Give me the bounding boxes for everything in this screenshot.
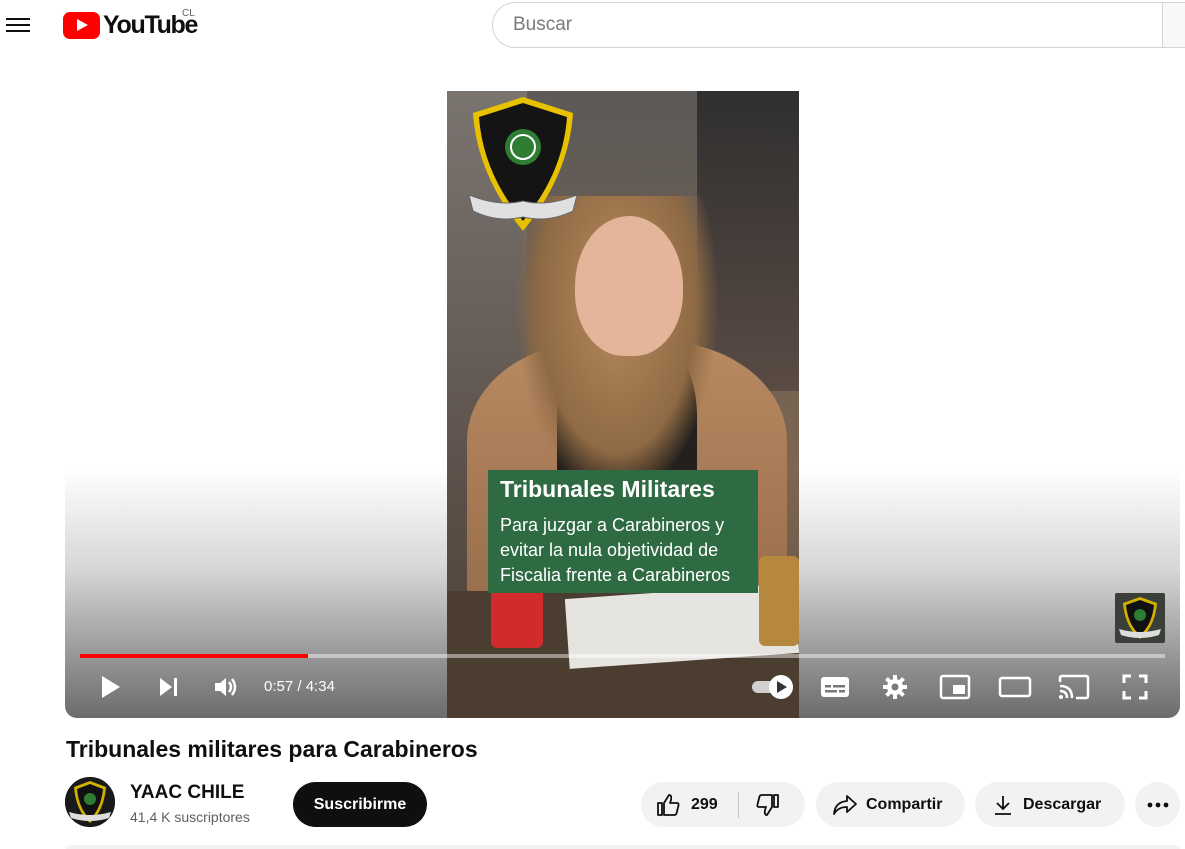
thumbs-up-icon xyxy=(657,793,680,816)
like-count: 299 xyxy=(691,795,718,813)
settings-button[interactable] xyxy=(879,671,911,703)
subscribe-button[interactable]: Suscribirme xyxy=(293,782,427,827)
miniplayer-button[interactable] xyxy=(938,671,972,703)
channel-watermark[interactable] xyxy=(1115,593,1165,643)
country-code: CL xyxy=(182,8,195,19)
progress-fill xyxy=(80,654,308,658)
dislike-button[interactable] xyxy=(739,782,781,827)
volume-icon xyxy=(215,678,237,696)
fullscreen-button[interactable] xyxy=(1120,671,1150,703)
download-button[interactable]: Descargar xyxy=(975,782,1125,827)
share-label: Compartir xyxy=(866,795,943,813)
duration: 4:34 xyxy=(305,678,335,695)
overlay-line: Para juzgar a Carabineros y xyxy=(500,515,725,535)
fullscreen-icon xyxy=(1122,674,1148,700)
overlay-title: Tribunales Militares xyxy=(500,476,715,502)
search-placeholder: Buscar xyxy=(513,14,573,35)
volume-button[interactable] xyxy=(211,671,241,703)
next-icon xyxy=(160,678,177,696)
thumbs-down-icon xyxy=(756,793,779,816)
download-label: Descargar xyxy=(1023,795,1102,813)
youtube-logo[interactable]: YouTube xyxy=(63,11,198,40)
menu-icon[interactable] xyxy=(6,14,32,36)
autoplay-toggle[interactable] xyxy=(749,671,797,703)
channel-name[interactable]: YAAC CHILE xyxy=(130,782,244,804)
autoplay-toggle-icon xyxy=(752,675,793,699)
video-frame: Tribunales Militares Para juzgar a Carab… xyxy=(447,91,799,718)
miniplayer-icon xyxy=(939,674,971,700)
search-input[interactable]: Buscar xyxy=(492,2,1162,48)
subscriber-count: 41,4 K suscriptores xyxy=(130,809,250,825)
time-separator: / xyxy=(293,678,306,695)
play-button[interactable] xyxy=(95,671,125,703)
channel-avatar[interactable] xyxy=(65,777,115,827)
cast-icon xyxy=(1058,674,1090,700)
subtitles-button[interactable] xyxy=(819,671,851,703)
download-icon xyxy=(995,795,1011,815)
video-title: Tribunales militares para Carabineros xyxy=(66,736,478,762)
settings-icon xyxy=(883,675,907,699)
overlay-line: evitar la nula objetividad de xyxy=(500,540,719,560)
time-display: 0:57 / 4:34 xyxy=(264,678,335,695)
theater-icon xyxy=(998,676,1032,698)
share-icon xyxy=(833,794,857,815)
video-player[interactable]: Tribunales Militares Para juzgar a Carab… xyxy=(65,91,1180,718)
next-button[interactable] xyxy=(153,671,183,703)
like-button[interactable]: 299 xyxy=(641,782,718,827)
more-actions-button[interactable] xyxy=(1135,782,1180,827)
youtube-logo-icon xyxy=(63,12,100,39)
description-box-edge xyxy=(66,845,1180,849)
overlay-line: Fiscalia frente a Carabineros xyxy=(500,565,731,585)
progress-bar[interactable] xyxy=(80,654,1165,658)
share-button[interactable]: Compartir xyxy=(816,782,965,827)
carabineros-badge-logo xyxy=(469,97,577,231)
more-horizontal-icon xyxy=(1147,802,1168,807)
subtitles-icon xyxy=(821,677,849,697)
search-button[interactable] xyxy=(1162,2,1185,48)
play-icon xyxy=(102,676,120,698)
like-dislike-group: 299 xyxy=(641,782,805,827)
current-time: 0:57 xyxy=(264,678,294,695)
theater-mode-button[interactable] xyxy=(997,671,1033,703)
video-caption-overlay: Tribunales Militares Para juzgar a Carab… xyxy=(488,470,758,593)
cast-button[interactable] xyxy=(1057,671,1091,703)
